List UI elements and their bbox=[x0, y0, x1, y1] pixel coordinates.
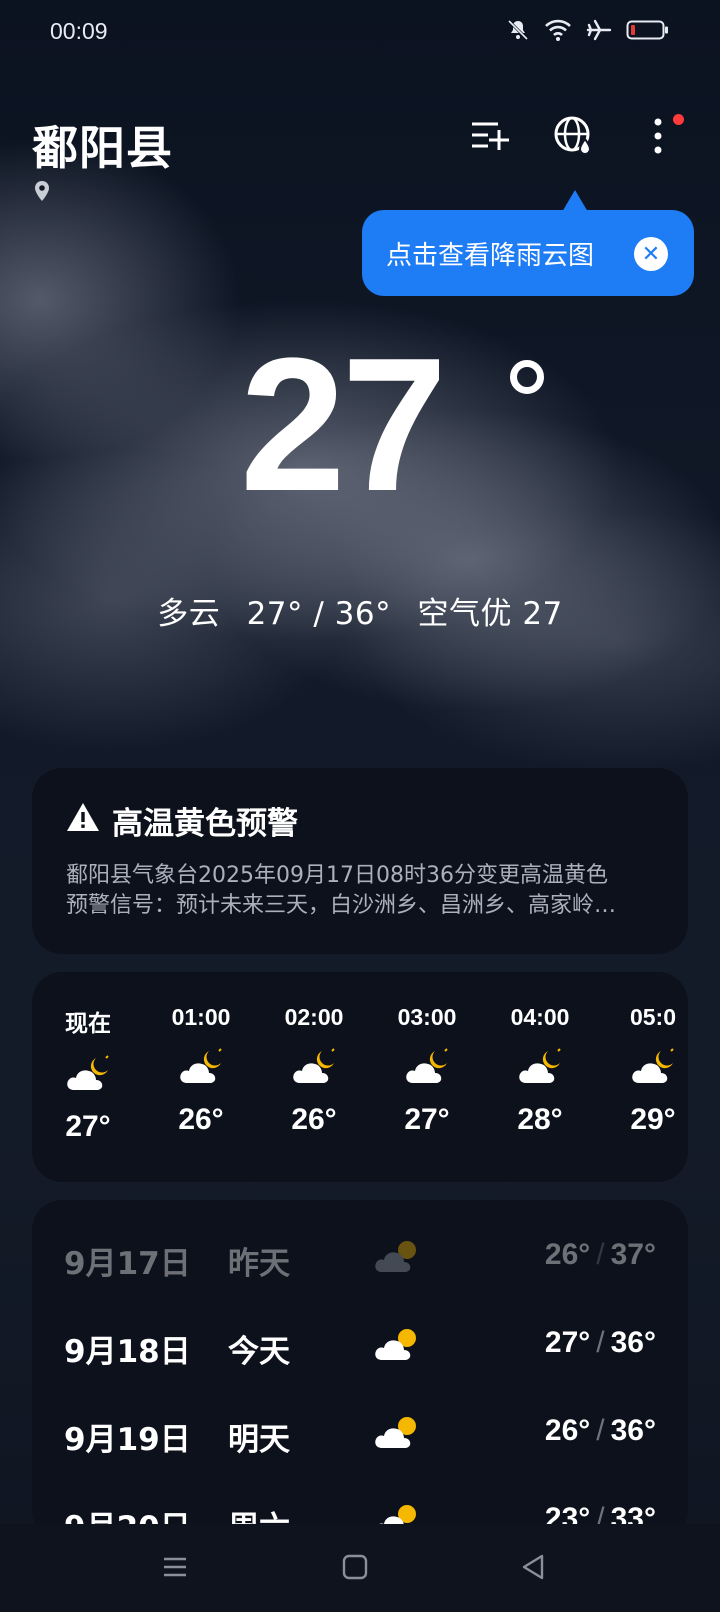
daily-forecast[interactable]: 9月17日 昨天 26°/37° 9月18日 今天 27°/36° 9月19日 明天 26°/3… bbox=[32, 1200, 688, 1540]
daily-temps: 26°/37° bbox=[545, 1238, 656, 1272]
temp-separator: / bbox=[596, 1326, 605, 1359]
battery-low-icon bbox=[626, 19, 670, 45]
current-temperature: 27 bbox=[240, 319, 447, 531]
back-icon[interactable] bbox=[518, 1552, 548, 1586]
partly-cloudy-night-icon bbox=[264, 1047, 364, 1091]
city-name[interactable]: 鄱阳县 bbox=[32, 112, 173, 178]
daily-temps: 27°/36° bbox=[545, 1326, 656, 1360]
hourly-time: 01:00 bbox=[171, 1004, 231, 1030]
hourly-forecast[interactable]: 现在 27° 01:00 26° 02:00 26° 03:00 27° 04:00 28° 05:… bbox=[32, 972, 688, 1182]
wifi-icon bbox=[544, 18, 572, 46]
hourly-temp: 26° bbox=[178, 1103, 224, 1136]
menu-icon[interactable] bbox=[160, 1552, 190, 1586]
hourly-time: 05:0 bbox=[629, 1004, 677, 1030]
weather-screen: 00:09 鄱阳县 点击查看降雨云图 ✕ 27 多云 27° / 36° 空气优… bbox=[0, 0, 720, 1612]
weather-summary: 多云 27° / 36° 空气优 27 bbox=[0, 588, 720, 633]
hourly-time: 04:00 bbox=[510, 1004, 570, 1030]
daily-row[interactable]: 9月17日 昨天 26°/37° bbox=[32, 1216, 688, 1304]
hourly-temp: 26° bbox=[291, 1103, 337, 1136]
hourly-item: 03:00 27° bbox=[377, 972, 477, 1137]
home-icon[interactable] bbox=[340, 1552, 370, 1586]
hourly-temp: 27° bbox=[404, 1103, 450, 1136]
partly-cloudy-day-icon bbox=[372, 1412, 422, 1456]
temp-separator: / bbox=[596, 1238, 605, 1271]
more-button[interactable] bbox=[636, 114, 684, 160]
more-icon bbox=[653, 117, 663, 159]
partly-cloudy-night-icon bbox=[603, 1047, 688, 1091]
hourly-item: 现在 27° bbox=[38, 972, 138, 1144]
alert-line-1: 鄱阳县气象台2025年09月17日08时36分变更高温黄色 bbox=[66, 863, 608, 888]
airplane-icon bbox=[586, 18, 612, 46]
daily-high: 36° bbox=[610, 1326, 656, 1359]
radar-map-button[interactable] bbox=[552, 116, 596, 160]
daily-date: 9月18日 bbox=[64, 1334, 191, 1370]
hourly-time: 02:00 bbox=[284, 1004, 344, 1030]
hourly-temp: 28° bbox=[517, 1103, 563, 1136]
hourly-item: 04:00 28° bbox=[490, 972, 590, 1137]
hourly-item: 01:00 26° bbox=[151, 972, 251, 1137]
partly-cloudy-night-icon bbox=[38, 1054, 138, 1098]
add-city-icon bbox=[470, 118, 510, 158]
hourly-time: 现在 bbox=[65, 1010, 111, 1036]
tooltip-text: 点击查看降雨云图 bbox=[386, 240, 595, 271]
add-city-button[interactable] bbox=[468, 116, 512, 160]
daily-temps: 26°/36° bbox=[545, 1414, 656, 1448]
hourly-item: 02:00 26° bbox=[264, 972, 364, 1137]
degree-symbol bbox=[510, 360, 544, 394]
daily-high: 37° bbox=[610, 1238, 656, 1271]
status-bar: 00:09 bbox=[0, 0, 720, 64]
weather-alert-card[interactable]: 高温黄色预警 鄱阳县气象台2025年09月17日08时36分变更高温黄色 预警信… bbox=[32, 768, 688, 954]
radar-tooltip[interactable]: 点击查看降雨云图 ✕ bbox=[362, 210, 694, 296]
hourly-time: 03:00 bbox=[397, 1004, 457, 1030]
close-icon[interactable]: ✕ bbox=[634, 237, 668, 271]
hourly-temp: 27° bbox=[65, 1110, 111, 1143]
daily-row[interactable]: 9月19日 明天 26°/36° bbox=[32, 1392, 688, 1480]
hourly-item: 05:0 29° bbox=[603, 972, 688, 1137]
daily-date: 9月17日 bbox=[64, 1246, 191, 1282]
current-range: 27° / 36° bbox=[246, 596, 392, 632]
navigation-bar bbox=[0, 1524, 720, 1612]
tooltip-arrow bbox=[562, 190, 588, 212]
partly-cloudy-night-icon bbox=[377, 1047, 477, 1091]
alert-body: 鄱阳县气象台2025年09月17日08时36分变更高温黄色 预警信号：预计未来三… bbox=[66, 861, 654, 921]
partly-cloudy-night-icon bbox=[490, 1047, 590, 1091]
radar-globe-icon bbox=[553, 115, 595, 161]
status-time: 00:09 bbox=[50, 18, 108, 44]
daily-day: 今天 bbox=[228, 1334, 290, 1370]
daily-row[interactable]: 9月18日 今天 27°/36° bbox=[32, 1304, 688, 1392]
header-actions bbox=[468, 114, 684, 160]
air-quality[interactable]: 空气优 27 bbox=[417, 596, 562, 632]
location-pin-icon bbox=[34, 180, 50, 206]
alert-line-2: 预警信号：预计未来三天，白沙洲乡、昌洲乡、高家岭… bbox=[66, 893, 617, 918]
partly-cloudy-night-icon bbox=[151, 1047, 251, 1091]
partly-cloudy-day-icon bbox=[372, 1324, 422, 1368]
mute-icon bbox=[506, 18, 530, 46]
current-condition: 多云 bbox=[157, 596, 221, 632]
daily-low: 27° bbox=[544, 1326, 591, 1359]
partly-cloudy-day-icon bbox=[372, 1236, 422, 1280]
daily-day: 昨天 bbox=[228, 1246, 290, 1282]
alert-title: 高温黄色预警 bbox=[112, 806, 298, 842]
daily-high: 36° bbox=[610, 1414, 656, 1447]
daily-low: 26° bbox=[544, 1414, 591, 1447]
notification-dot bbox=[673, 114, 684, 125]
daily-date: 9月19日 bbox=[64, 1422, 191, 1458]
status-icons bbox=[506, 18, 670, 46]
daily-low: 26° bbox=[544, 1238, 591, 1271]
hourly-temp: 29° bbox=[630, 1103, 676, 1136]
alert-title-row: 高温黄色预警 bbox=[66, 798, 654, 843]
warning-icon bbox=[66, 802, 100, 840]
daily-day: 明天 bbox=[228, 1422, 290, 1458]
temp-separator: / bbox=[596, 1414, 605, 1447]
